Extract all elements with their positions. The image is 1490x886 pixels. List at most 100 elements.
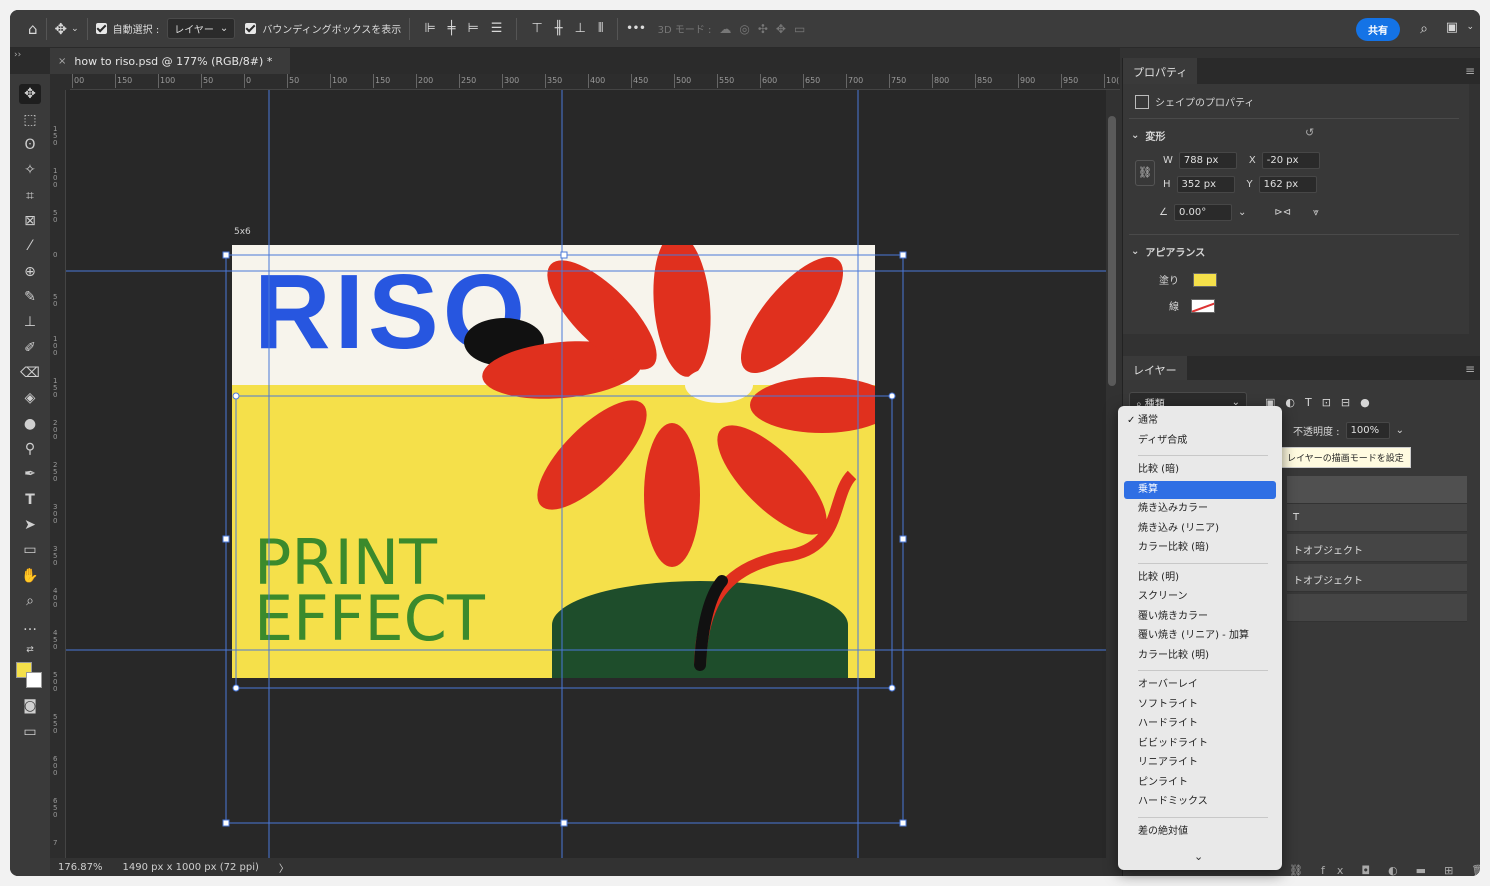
blend-mode-option[interactable]: カラー比較 (暗): [1124, 539, 1276, 557]
home-icon[interactable]: ⌂: [28, 20, 38, 38]
chevron-down-icon[interactable]: ⌄: [1194, 850, 1203, 863]
hand-tool-icon[interactable]: ✋: [19, 566, 41, 586]
group-icon[interactable]: ▬: [1416, 864, 1438, 876]
distribute-v-icon[interactable]: ⫴: [598, 21, 603, 36]
x-input[interactable]: -20 px: [1261, 152, 1320, 169]
marquee-tool-icon[interactable]: ⬚: [19, 110, 41, 130]
tab-properties[interactable]: プロパティ: [1123, 58, 1198, 84]
more-tools-icon[interactable]: …: [19, 616, 41, 636]
flip-vertical-icon[interactable]: ⩔: [1313, 207, 1319, 218]
lasso-tool-icon[interactable]: ʘ: [19, 135, 41, 155]
blend-mode-option[interactable]: 差の絶対値: [1124, 823, 1276, 841]
document-tab[interactable]: × how to riso.psd @ 177% (RGB/8#) *: [50, 48, 290, 74]
link-icon[interactable]: ⛓: [1135, 160, 1155, 186]
workspace-icon[interactable]: ▣: [1446, 20, 1458, 35]
move-tool-icon[interactable]: ✥: [55, 20, 68, 38]
zoom-tool-icon[interactable]: ⌕: [19, 591, 41, 611]
align-center-h-icon[interactable]: ╪: [448, 21, 456, 36]
layer-row[interactable]: トオブジェクト: [1287, 534, 1467, 562]
link-layers-icon[interactable]: ⛓: [1289, 864, 1315, 876]
blend-mode-option[interactable]: 焼き込みカラー: [1124, 500, 1276, 518]
search-icon[interactable]: ⌕: [1420, 21, 1428, 37]
share-button[interactable]: 共有: [1356, 18, 1400, 41]
flip-horizontal-icon[interactable]: ⊳⊲: [1274, 207, 1291, 218]
blend-mode-option[interactable]: オーバーレイ: [1124, 676, 1276, 694]
layer-row[interactable]: [1287, 594, 1467, 622]
height-input[interactable]: 352 px: [1176, 176, 1235, 193]
auto-select-dropdown[interactable]: レイヤー ⌄: [167, 18, 236, 39]
eyedropper-icon[interactable]: ⁄: [19, 236, 41, 256]
blur-tool-icon[interactable]: ●: [19, 414, 41, 434]
path-select-icon[interactable]: ➤: [19, 515, 41, 535]
canvas-area[interactable]: 5x6 RISO PRINT EFFECT: [66, 90, 1106, 860]
blend-mode-option[interactable]: 覆い焼きカラー: [1124, 608, 1276, 626]
align-right-icon[interactable]: ⊨: [467, 21, 478, 36]
quick-mask-icon[interactable]: ◙: [19, 696, 41, 716]
eraser-icon[interactable]: ⌫: [19, 363, 41, 383]
status-arrow[interactable]: 〉: [279, 860, 289, 875]
blend-mode-option[interactable]: 比較 (暗): [1124, 461, 1276, 479]
layer-row[interactable]: [1287, 476, 1467, 504]
history-brush-icon[interactable]: ✐: [19, 338, 41, 358]
blend-mode-option[interactable]: 焼き込み (リニア): [1124, 520, 1276, 538]
stroke-swatch[interactable]: [1191, 298, 1215, 313]
pen-tool-icon[interactable]: ✒: [19, 464, 41, 484]
panel-menu-icon[interactable]: ≡: [1465, 64, 1475, 78]
blend-mode-option[interactable]: ハードミックス: [1124, 793, 1276, 811]
blend-mode-menu[interactable]: ⌄ ✓ 通常 ディザ合成 比較 (暗) 乗算 焼き込みカラー 焼き込み (リニア) カラー比較…: [1118, 406, 1282, 870]
fill-swatch[interactable]: [1193, 272, 1217, 287]
mask-icon[interactable]: ◘: [1361, 864, 1382, 876]
bucket-tool-icon[interactable]: ◈: [19, 388, 41, 408]
distribute-h-icon[interactable]: ☰: [491, 21, 503, 36]
appearance-section[interactable]: ⌄ アピアランス: [1131, 244, 1205, 259]
brush-tool-icon[interactable]: ✎: [19, 287, 41, 307]
move-tool-icon[interactable]: ✥: [19, 84, 41, 104]
close-tab-icon[interactable]: ×: [58, 56, 66, 67]
blend-mode-option[interactable]: ピンライト: [1124, 774, 1276, 792]
angle-input[interactable]: 0.00°: [1173, 204, 1232, 221]
tab-layers[interactable]: レイヤー: [1123, 356, 1187, 382]
blend-mode-option[interactable]: 比較 (明): [1124, 569, 1276, 587]
chevron-down-icon[interactable]: ⌄: [1466, 22, 1474, 32]
chevron-down-icon[interactable]: ⌄: [1396, 425, 1404, 436]
reset-icon[interactable]: ↺: [1305, 126, 1314, 139]
align-bottom-icon[interactable]: ⊥: [575, 21, 586, 36]
layer-row[interactable]: トオブジェクト: [1287, 564, 1467, 592]
background-color-swatch[interactable]: [26, 672, 42, 688]
magic-wand-icon[interactable]: ✧: [19, 160, 41, 180]
trash-icon[interactable]: 🗑: [1471, 864, 1480, 876]
blend-mode-option[interactable]: リニアライト: [1124, 754, 1276, 772]
collapse-icon[interactable]: ››: [14, 50, 21, 60]
blend-mode-option[interactable]: ソフトライト: [1124, 696, 1276, 714]
show-bbox-checkbox[interactable]: [245, 23, 257, 34]
panel-menu-icon[interactable]: ≡: [1465, 362, 1475, 376]
blend-mode-option[interactable]: ✓ 通常: [1124, 412, 1276, 430]
layer-actions[interactable]: ⛓ fx ◘ ◐ ▬ ⊞ 🗑: [1289, 864, 1480, 876]
healing-brush-icon[interactable]: ⊕: [19, 262, 41, 282]
align-top-icon[interactable]: ⊤: [531, 21, 542, 36]
fx-icon[interactable]: fx: [1321, 864, 1355, 876]
screen-mode-icon[interactable]: ▭: [19, 722, 41, 742]
type-tool-icon[interactable]: T: [19, 490, 41, 510]
layer-filter-icons[interactable]: ▣◐T⊡⊟●: [1265, 396, 1380, 409]
align-left-icon[interactable]: ⊫: [424, 21, 435, 36]
align-middle-icon[interactable]: ╫: [555, 21, 563, 36]
blend-mode-option[interactable]: スクリーン: [1124, 588, 1276, 606]
crop-tool-icon[interactable]: ⌗: [19, 186, 41, 206]
swap-colors-icon[interactable]: ⇄: [19, 640, 41, 660]
opacity-input[interactable]: 100%: [1345, 422, 1390, 439]
layer-row[interactable]: T: [1287, 504, 1467, 532]
blend-mode-option[interactable]: 覆い焼き (リニア) - 加算: [1124, 627, 1276, 645]
zoom-readout[interactable]: 176.87%: [58, 862, 103, 873]
blend-mode-option[interactable]: ディザ合成: [1124, 432, 1276, 450]
dodge-tool-icon[interactable]: ⚲: [19, 439, 41, 459]
blend-mode-option[interactable]: ハードライト: [1124, 715, 1276, 733]
frame-tool-icon[interactable]: ⊠: [19, 211, 41, 231]
rectangle-tool-icon[interactable]: ▭: [19, 540, 41, 560]
blend-mode-option[interactable]: カラー比較 (明): [1124, 647, 1276, 665]
vertical-scrollbar[interactable]: [1108, 116, 1116, 386]
adjustment-icon[interactable]: ◐: [1388, 864, 1410, 876]
chevron-down-icon[interactable]: ⌄: [1238, 207, 1246, 218]
new-layer-icon[interactable]: ⊞: [1444, 864, 1465, 876]
blend-mode-option[interactable]: ビビッドライト: [1124, 735, 1276, 753]
